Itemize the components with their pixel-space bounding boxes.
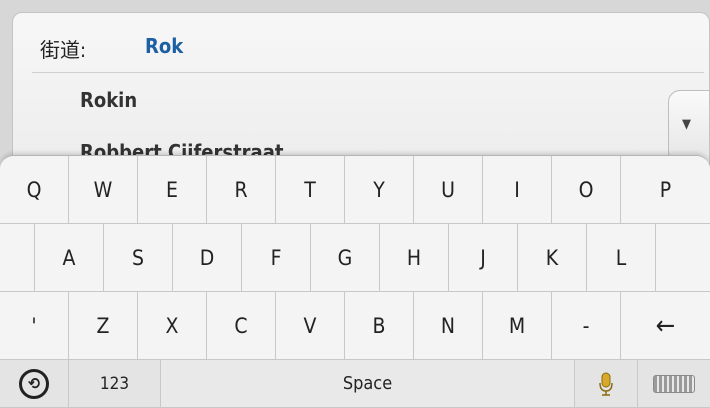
keyboard-icon <box>653 374 695 393</box>
keyboard: Q W E R T Y U I O P A S D F G H J K L ' … <box>0 155 710 408</box>
key-spacer <box>656 224 710 292</box>
key-h[interactable]: H <box>380 224 449 292</box>
key-o[interactable]: O <box>552 156 621 224</box>
microphone-button[interactable] <box>575 360 638 408</box>
street-input[interactable]: Rok <box>145 34 183 58</box>
key-y[interactable]: Y <box>345 156 414 224</box>
street-label: 街道: <box>40 38 87 62</box>
key-v[interactable]: V <box>276 292 345 360</box>
key-j[interactable]: J <box>449 224 518 292</box>
key-p[interactable]: P <box>621 156 710 224</box>
key-m[interactable]: M <box>483 292 552 360</box>
key-spacer <box>0 224 35 292</box>
key-z[interactable]: Z <box>69 292 138 360</box>
key-q[interactable]: Q <box>0 156 69 224</box>
key-i[interactable]: I <box>483 156 552 224</box>
key-n[interactable]: N <box>414 292 483 360</box>
key-c[interactable]: C <box>207 292 276 360</box>
key-k[interactable]: K <box>518 224 587 292</box>
key-l[interactable]: L <box>587 224 656 292</box>
backspace-icon: ← <box>655 310 676 341</box>
key-apostrophe[interactable]: ' <box>0 292 69 360</box>
key-d[interactable]: D <box>173 224 242 292</box>
key-x[interactable]: X <box>138 292 207 360</box>
key-u[interactable]: U <box>414 156 483 224</box>
microphone-icon <box>599 372 613 396</box>
key-e[interactable]: E <box>138 156 207 224</box>
keyboard-layout-button[interactable] <box>638 360 710 408</box>
key-f[interactable]: F <box>242 224 311 292</box>
back-icon: ⟲ <box>19 368 49 399</box>
space-button[interactable]: Space <box>161 360 575 408</box>
backspace-button[interactable]: ← <box>621 292 710 360</box>
back-button[interactable]: ⟲ <box>0 360 69 408</box>
suggestion-item[interactable]: Rokin <box>80 88 137 112</box>
key-w[interactable]: W <box>69 156 138 224</box>
key-t[interactable]: T <box>276 156 345 224</box>
numbers-button[interactable]: 123 <box>69 360 161 408</box>
key-hyphen[interactable]: - <box>552 292 621 360</box>
key-b[interactable]: B <box>345 292 414 360</box>
scroll-down-button[interactable]: ▼ <box>668 90 709 164</box>
key-r[interactable]: R <box>207 156 276 224</box>
key-s[interactable]: S <box>104 224 173 292</box>
key-g[interactable]: G <box>311 224 380 292</box>
divider <box>32 72 704 73</box>
key-a[interactable]: A <box>35 224 104 292</box>
chevron-down-icon: ▼ <box>682 117 691 132</box>
